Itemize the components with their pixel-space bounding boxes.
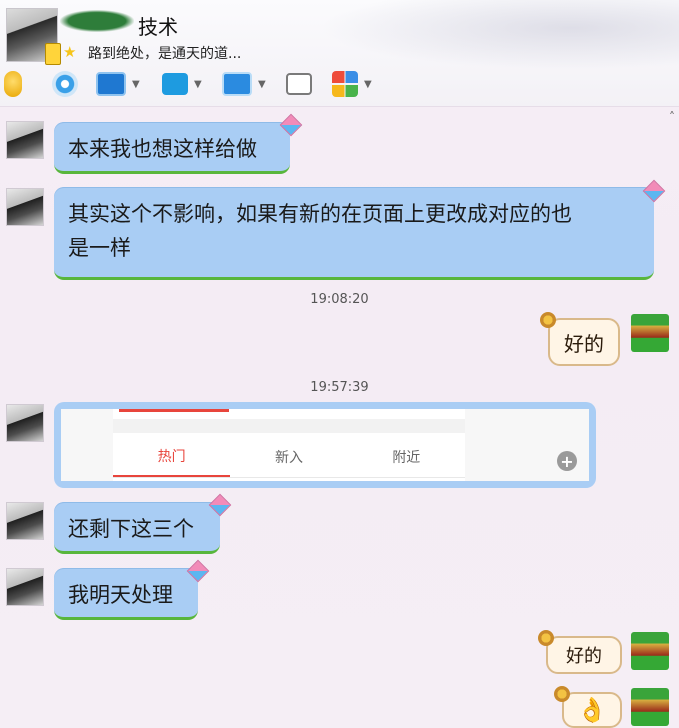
screenshot-tab-new: 新入	[274, 450, 303, 466]
new-message-icon	[286, 73, 312, 95]
file-transfer-icon	[162, 73, 188, 95]
message-text: 其实这个不影响，如果有新的在页面上更改成对应的也	[68, 202, 572, 226]
message-bubble[interactable]: 其实这个不影响，如果有新的在页面上更改成对应的也 是一样	[54, 187, 654, 280]
contact-avatar[interactable]	[6, 8, 61, 65]
message-bubble[interactable]: 还剩下这三个	[54, 502, 220, 554]
sender-avatar[interactable]	[6, 188, 44, 226]
outgoing-message-bubble[interactable]: 好的	[548, 318, 620, 366]
message-text: 还剩下这三个	[68, 517, 194, 541]
scroll-up-arrow[interactable]: ˄	[669, 110, 675, 124]
message-text: 本来我也想这样给做	[68, 137, 257, 161]
screen-share-icon	[96, 72, 126, 96]
chevron-down-icon[interactable]: ▼	[258, 79, 266, 90]
sender-avatar[interactable]	[6, 568, 44, 606]
remote-desktop-button[interactable]: ▼	[222, 68, 266, 100]
screenshot-accent-line	[119, 409, 229, 412]
message-text: 是一样	[68, 236, 131, 260]
sender-avatar[interactable]	[6, 121, 44, 159]
sender-avatar[interactable]	[6, 404, 44, 442]
my-avatar[interactable]	[631, 688, 669, 726]
file-transfer-button[interactable]: ▼	[162, 68, 202, 100]
screenshot-tab-hot: 热门	[113, 437, 231, 477]
screenshot-card: 热门 新入 附近	[113, 409, 465, 481]
bubble-decoration-icon	[554, 686, 570, 702]
apps-grid-icon	[332, 71, 358, 97]
contact-signature: 路到绝处，是通天的道...	[88, 46, 242, 62]
apps-button[interactable]: ▼	[332, 68, 372, 100]
mobile-online-icon	[45, 43, 61, 65]
microphone-icon	[4, 71, 22, 97]
new-message-button[interactable]	[286, 68, 312, 100]
contact-name[interactable]: 技术	[138, 11, 178, 40]
star-icon: ★	[63, 43, 77, 61]
chevron-down-icon[interactable]: ▼	[132, 79, 140, 90]
screenshot-tab-bar: 热门 新入 附近	[113, 437, 465, 478]
my-avatar[interactable]	[631, 632, 669, 670]
image-thumbnail[interactable]: 热门 新入 附近 +	[61, 409, 589, 481]
message-timestamp: 19:08:20	[310, 292, 369, 307]
message-text: 好的	[566, 646, 602, 667]
message-timestamp: 19:57:39	[310, 380, 369, 395]
voice-call-button[interactable]	[4, 68, 22, 100]
chevron-down-icon[interactable]: ▼	[364, 79, 372, 90]
video-call-icon	[52, 71, 78, 97]
bubble-decoration-icon	[540, 312, 556, 328]
video-call-button[interactable]	[52, 68, 78, 100]
ok-hand-icon: 👌	[577, 696, 607, 724]
outgoing-message-bubble[interactable]: 👌	[562, 692, 622, 728]
message-text: 好的	[564, 331, 604, 356]
sender-avatar[interactable]	[6, 502, 44, 540]
bubble-decoration-icon	[538, 630, 554, 646]
header-decoration	[319, 0, 679, 70]
remote-desktop-icon	[222, 72, 252, 96]
screenshot-topbar	[113, 419, 465, 433]
screen-share-button[interactable]: ▼	[96, 68, 140, 100]
message-bubble[interactable]: 本来我也想这样给做	[54, 122, 290, 174]
message-text: 我明天处理	[68, 583, 173, 607]
outgoing-message-bubble[interactable]: 好的	[546, 636, 622, 674]
image-message-bubble[interactable]: 热门 新入 附近 +	[54, 402, 596, 488]
chat-toolbar: ▼ ▼ ▼ ▼	[0, 68, 400, 102]
my-avatar[interactable]	[631, 314, 669, 352]
message-bubble[interactable]: 我明天处理	[54, 568, 198, 620]
chat-header: 技术 ★ 路到绝处，是通天的道... ▼ ▼ ▼ ▼	[0, 0, 679, 107]
screenshot-tab-nearby: 附近	[392, 450, 421, 466]
redacted-name-scribble	[60, 10, 134, 32]
chevron-down-icon[interactable]: ▼	[194, 79, 202, 90]
zoom-in-icon[interactable]: +	[557, 451, 577, 471]
